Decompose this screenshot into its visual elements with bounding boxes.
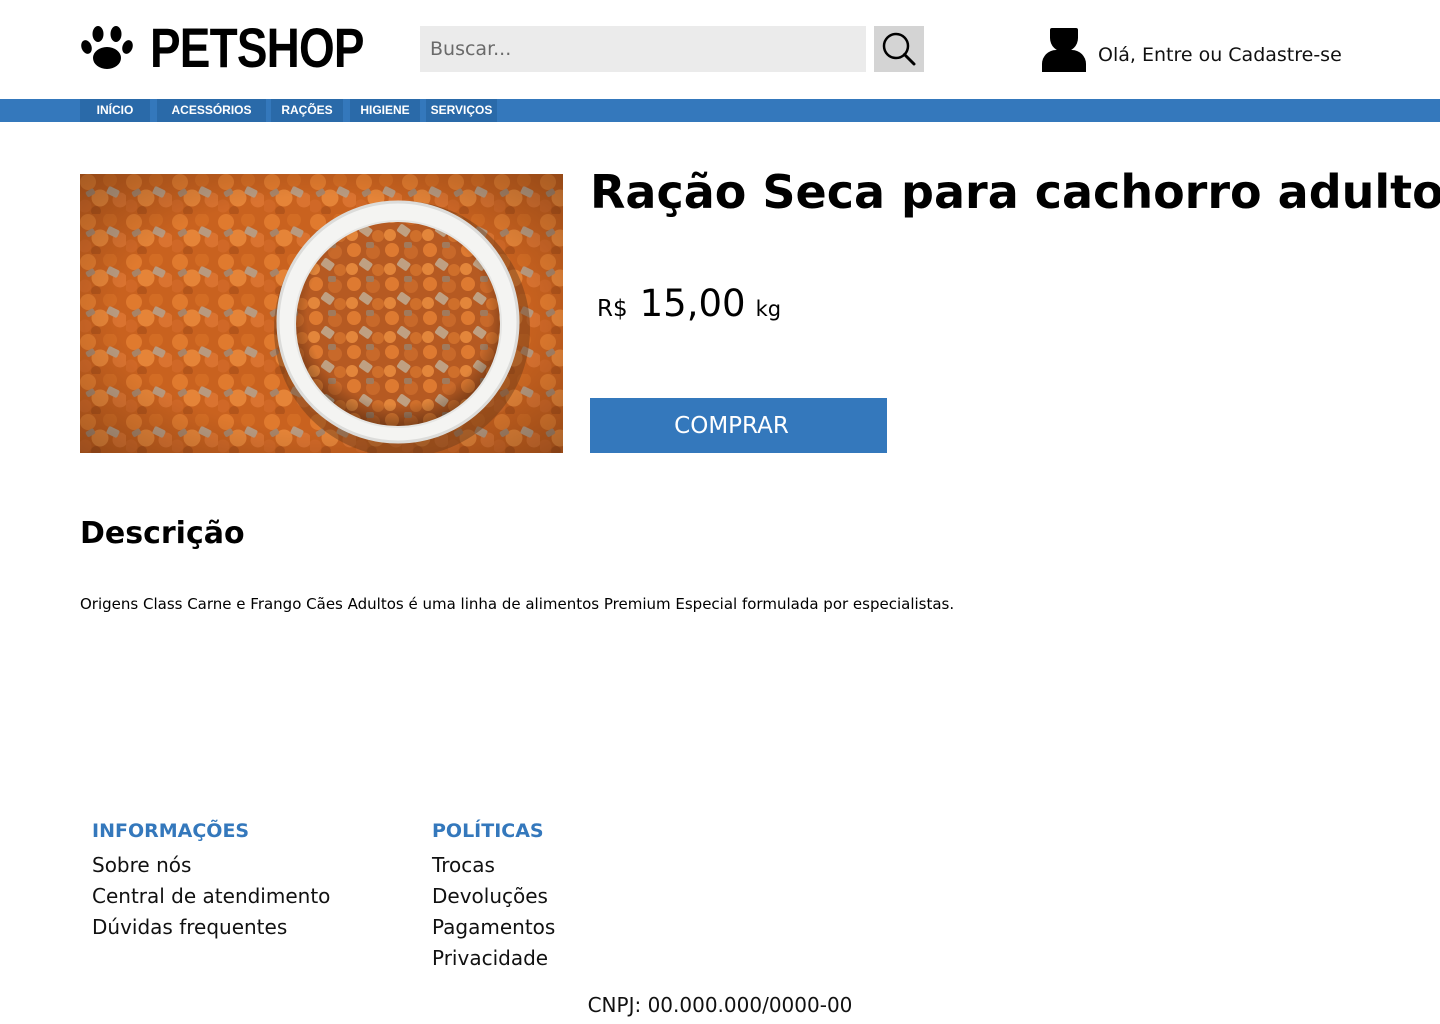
nav-item-higiene[interactable]: HIGIENE	[350, 99, 420, 122]
footer-info-column: INFORMAÇÕES Sobre nós Central de atendim…	[92, 818, 330, 943]
footer-link-pagamentos[interactable]: Pagamentos	[432, 912, 555, 943]
footer-link-privacidade[interactable]: Privacidade	[432, 943, 555, 974]
footer-link-devolucoes[interactable]: Devoluções	[432, 881, 555, 912]
footer-link-central-atendimento[interactable]: Central de atendimento	[92, 881, 330, 912]
footer-info-title: INFORMAÇÕES	[92, 820, 250, 842]
nav-item-servicos[interactable]: SERVIÇOS	[426, 99, 497, 122]
footer-policies-title: POLÍTICAS	[432, 820, 544, 842]
account-link[interactable]: Olá, Entre ou Cadastre-se	[1042, 26, 1342, 72]
logo[interactable]: PETSHOP	[80, 20, 411, 76]
price-amount: 15,00	[639, 282, 746, 325]
login-text: Olá, Entre ou Cadastre-se	[1098, 44, 1342, 66]
search-icon	[882, 32, 916, 66]
brand-name: PETSHOP	[150, 16, 365, 79]
description-heading: Descrição	[80, 516, 245, 551]
price-currency: R$	[597, 296, 628, 322]
paw-icon	[81, 26, 133, 69]
buy-button[interactable]: COMPRAR	[590, 398, 887, 453]
search-button[interactable]	[874, 26, 924, 72]
search-input[interactable]	[420, 26, 866, 72]
nav-item-racoes[interactable]: RAÇÕES	[271, 99, 343, 122]
price-unit: kg	[755, 297, 782, 321]
footer-link-duvidas-frequentes[interactable]: Dúvidas frequentes	[92, 912, 330, 943]
nav-item-acessorios[interactable]: ACESSÓRIOS	[157, 99, 266, 122]
footer-cnpj: CNPJ: 00.000.000/0000-00	[587, 993, 853, 1017]
footer-link-trocas[interactable]: Trocas	[432, 850, 555, 881]
footer-link-sobre-nos[interactable]: Sobre nós	[92, 850, 330, 881]
product-price: R$ 15,00 kg	[597, 282, 781, 325]
description-text: Origens Class Carne e Frango Cães Adulto…	[80, 595, 955, 613]
header: PETSHOP Olá, Entre ou Cadastre-se	[0, 0, 1440, 99]
buy-button-label: COMPRAR	[674, 412, 789, 439]
main-nav: INÍCIO ACESSÓRIOS RAÇÕES HIGIENE SERVIÇO…	[0, 99, 1440, 122]
product-image	[80, 174, 563, 453]
product-title: Ração Seca para cachorro adulto	[590, 165, 1440, 219]
user-icon	[1042, 28, 1086, 72]
footer-policies-column: POLÍTICAS Trocas Devoluções Pagamentos P…	[432, 818, 555, 974]
nav-item-inicio[interactable]: INÍCIO	[80, 99, 150, 122]
